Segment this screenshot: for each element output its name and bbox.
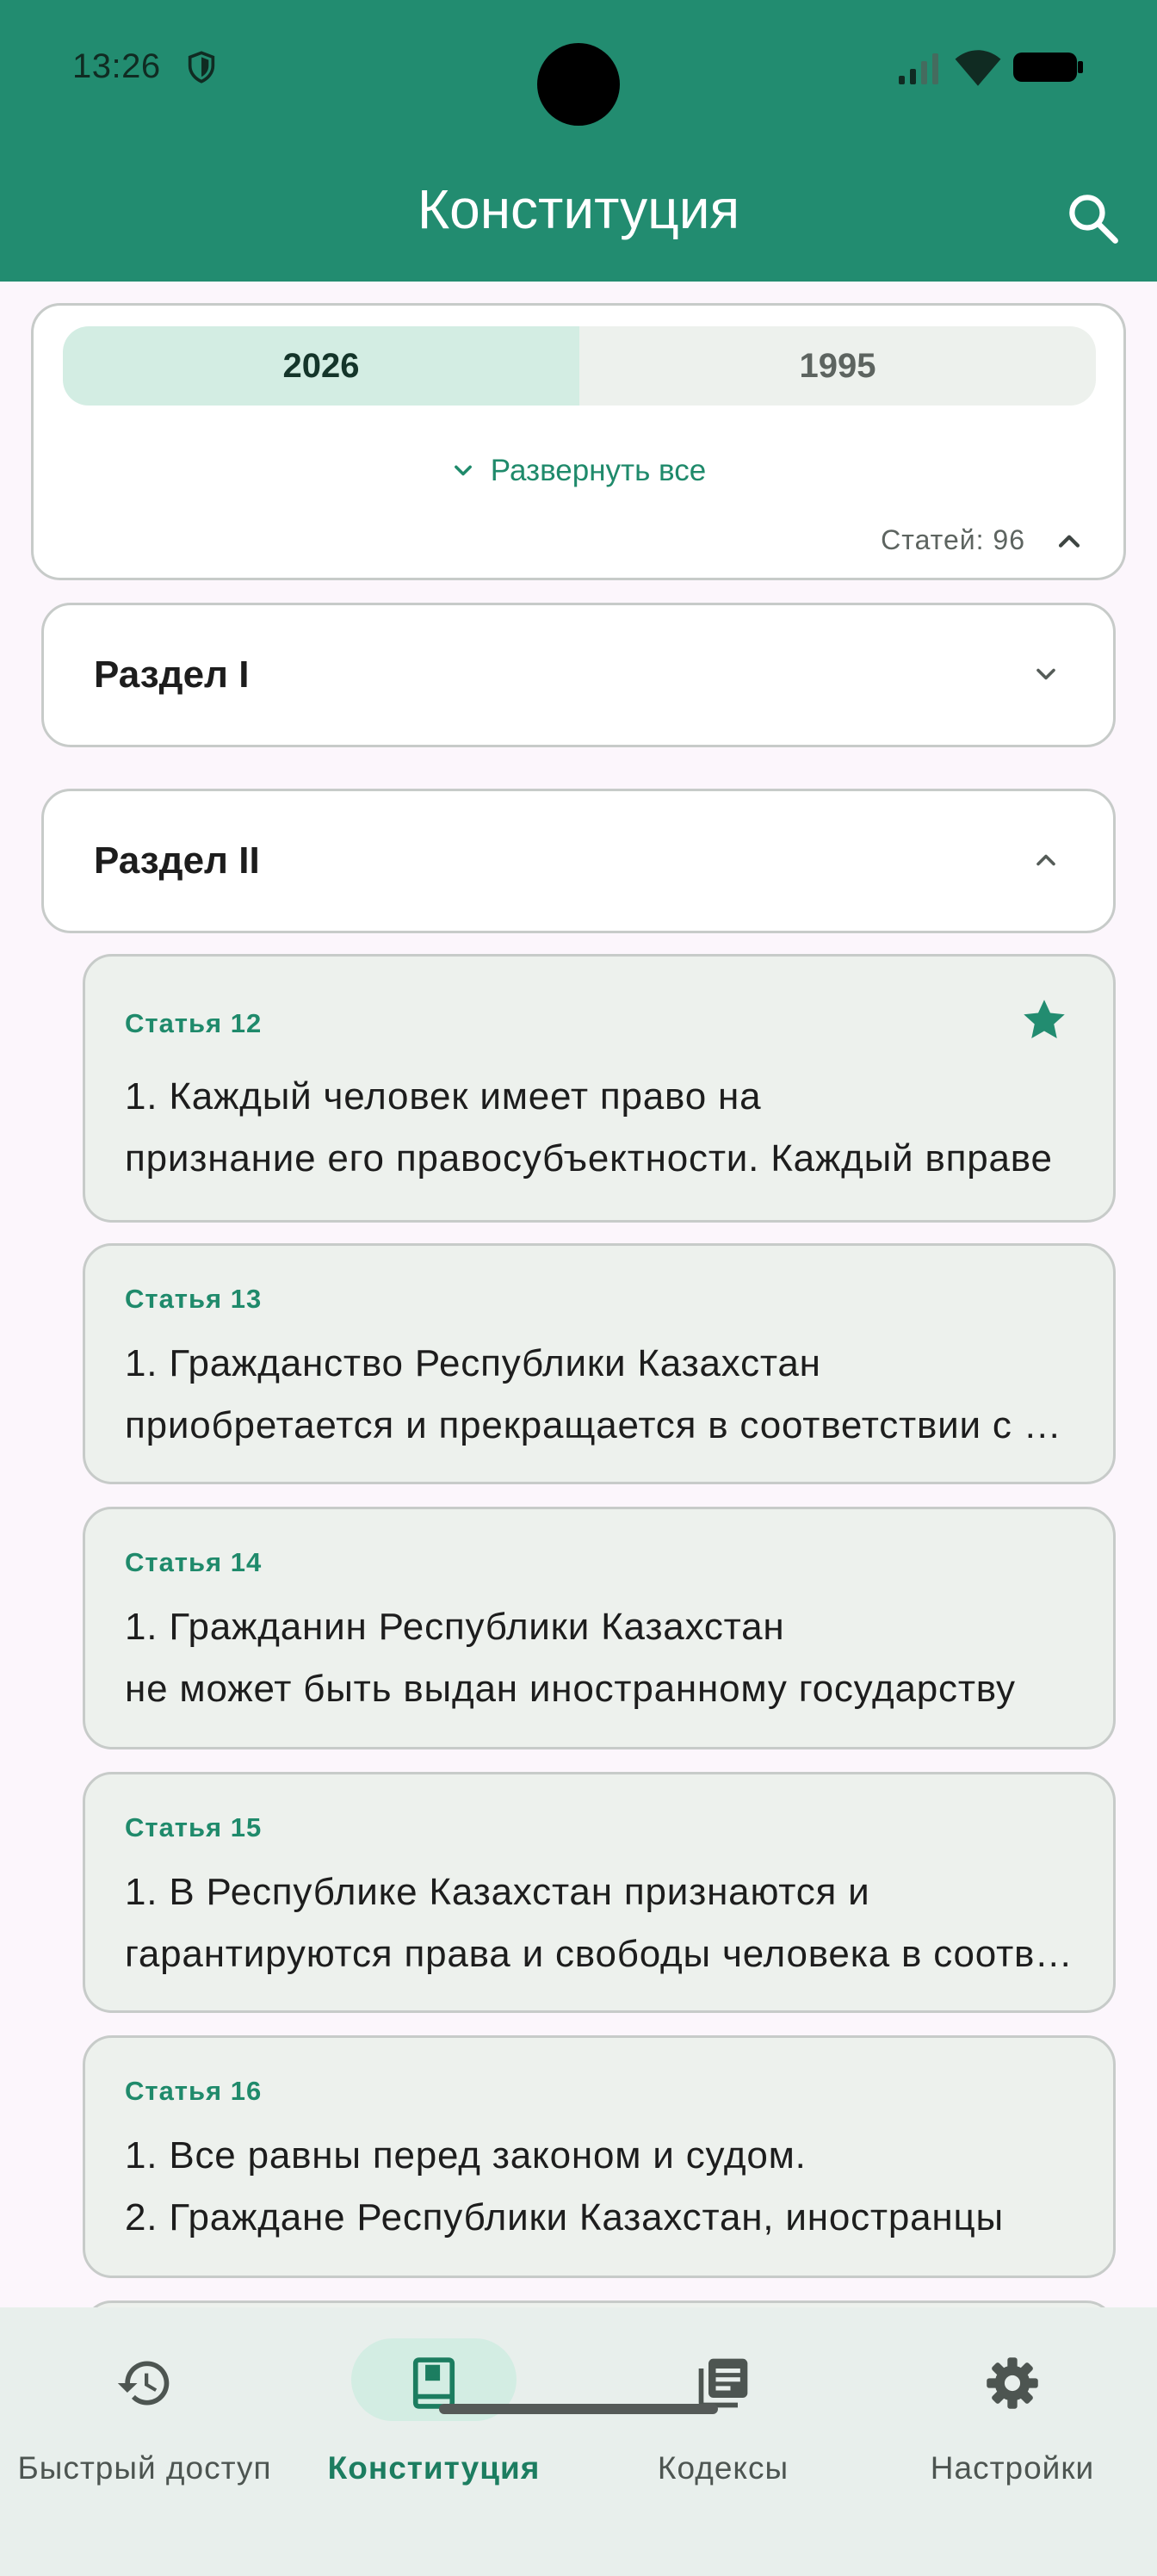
article-text-line: 1. Гражданин Республики Казахстан (125, 1606, 785, 1648)
chevron-up-icon (1036, 854, 1055, 866)
chevron-up-icon[interactable] (1055, 526, 1084, 555)
year-tab-2026[interactable]: 2026 (63, 326, 579, 406)
nav-quick-access[interactable]: Быстрый доступ (0, 2307, 289, 2531)
nav-label: Кодексы (657, 2450, 789, 2486)
chevron-down-icon (1036, 668, 1055, 680)
nav-codes[interactable]: Кодексы (578, 2307, 868, 2531)
wifi-icon (955, 50, 1001, 86)
gear-icon (987, 2357, 1038, 2409)
top-app-bar: 13:26 Конституция (0, 0, 1157, 282)
article-text-line: 1. Каждый человек имеет право на (125, 1075, 762, 1118)
article-text-line: признание его правосубъектности. Каждый … (125, 1137, 1053, 1180)
expand-all-label: Развернуть все (490, 454, 707, 487)
article-text-line: 1. Все равны перед законом и судом. (125, 2134, 807, 2177)
article-count: Статей: 96 (881, 524, 1025, 555)
section-title: Раздел I (94, 653, 250, 696)
star-icon[interactable] (1018, 994, 1070, 1046)
expand-all-button[interactable]: Развернуть все (34, 454, 1123, 488)
article-text-line: гарантируются права и свободы человека в… (125, 1933, 1075, 1975)
article-number: Статья 12 (125, 1008, 263, 1038)
shield-icon (188, 51, 215, 84)
history-icon (117, 2361, 170, 2406)
article-number: Статья 13 (125, 1284, 263, 1314)
section-title: Раздел II (94, 839, 260, 882)
year-segmented-control: 2026 1995 (63, 326, 1096, 406)
nav-label: Быстрый доступ (17, 2450, 272, 2486)
signal-icon (899, 53, 938, 84)
nav-settings[interactable]: Настройки (868, 2307, 1157, 2531)
article-text-line: приобретается и прекращается в соответст… (125, 1404, 1075, 1446)
nav-constitution[interactable]: Конституция (289, 2307, 578, 2531)
article-number: Статья 16 (125, 2076, 263, 2106)
camera-cutout (537, 43, 620, 126)
nav-label: Настройки (930, 2450, 1095, 2486)
article-text-line: не может быть выдан иностранному государ… (125, 1668, 1016, 1710)
article-text-line: 1. В Республике Казахстан признаются и (125, 1871, 870, 1913)
bottom-navigation: Быстрый доступ Конституция Кодексы Настр… (0, 2307, 1157, 2576)
article-card-12[interactable]: Статья 12 1. Каждый человек имеет право … (83, 954, 1116, 1223)
article-number: Статья 15 (125, 1812, 263, 1842)
page-title: Конституция (417, 178, 740, 240)
home-indicator[interactable] (439, 2404, 718, 2414)
chevron-down-icon (454, 465, 472, 476)
nav-label: Конституция (327, 2450, 541, 2486)
filter-card: 2026 1995 Развернуть все Статей: 96 (31, 303, 1126, 580)
article-count-row: Статей: 96 (881, 524, 1084, 556)
year-tab-1995[interactable]: 1995 (579, 326, 1096, 406)
article-card-13[interactable]: Статья 13 1. Гражданство Республики Каза… (83, 1243, 1116, 1484)
article-card-14[interactable]: Статья 14 1. Гражданин Республики Казахс… (83, 1507, 1116, 1749)
section-header-1[interactable]: Раздел I (41, 603, 1116, 747)
status-time: 13:26 (72, 47, 161, 85)
section-header-2[interactable]: Раздел II (41, 789, 1116, 933)
article-number: Статья 14 (125, 1547, 263, 1577)
battery-icon (1013, 53, 1083, 82)
search-icon[interactable] (1064, 189, 1123, 248)
article-card-16[interactable]: Статья 16 1. Все равны перед законом и с… (83, 2035, 1116, 2278)
article-text-line: 1. Гражданство Республики Казахстан (125, 1342, 821, 1384)
article-text-line: 2. Граждане Республики Казахстан, иностр… (125, 2196, 1004, 2239)
article-card-15[interactable]: Статья 15 1. В Республике Казахстан приз… (83, 1772, 1116, 2013)
